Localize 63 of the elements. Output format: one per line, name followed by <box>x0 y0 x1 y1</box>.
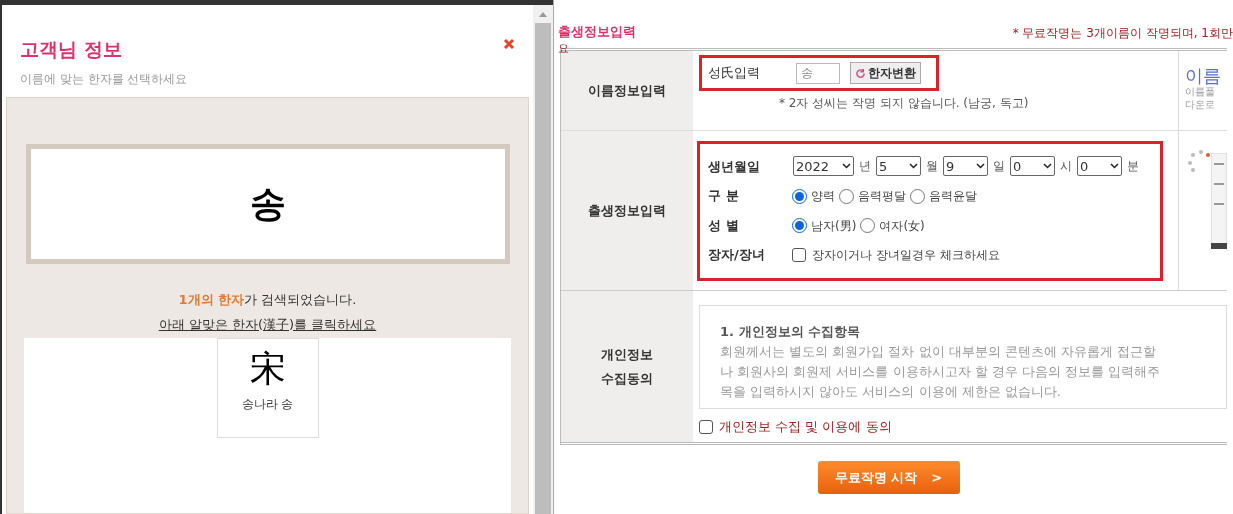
side-panel-title: 이름 <box>1185 67 1222 85</box>
date-select[interactable]: 2022 <box>793 156 854 177</box>
surname-field[interactable]: 송 <box>796 62 840 84</box>
radio-label: 양력 <box>811 188 835 205</box>
radio-button[interactable] <box>910 188 925 204</box>
close-icon[interactable] <box>503 38 515 50</box>
hanja-meaning: 송나라 송 <box>241 396 294 413</box>
date-unit: 일 <box>993 158 1005 176</box>
hanja-character: 宋 <box>249 351 286 387</box>
date-unit: 년 <box>859 158 871 176</box>
privacy-text: 목을 입력하시지 않아도 서비스의 이용에 제한은 없습니다. <box>720 382 1062 401</box>
document-thumbnail-icon <box>1211 153 1227 249</box>
radio-button[interactable] <box>792 188 807 204</box>
radio-button[interactable] <box>792 218 807 233</box>
result-text: 1개의 한자가 검색되었습니다. <box>178 291 357 309</box>
field-label: 장자/장녀 <box>708 246 766 265</box>
row-label: 출생정보입력 <box>561 131 693 290</box>
notice-text: * 무료작명는 3개이름이 작명되며, 1회만 <box>1012 25 1233 42</box>
radio-label: 남자(男) <box>811 217 857 235</box>
date-unit: 분 <box>1127 158 1139 176</box>
popup-subtitle: 이름에 맞는 한자를 선택하세요 <box>20 70 188 88</box>
hanja-convert-button[interactable]: 한자변환 <box>850 62 921 84</box>
date-select[interactable]: 0 <box>1010 156 1055 177</box>
privacy-heading: 1. 개인정보의 수집항목 <box>720 323 862 341</box>
date-select[interactable]: 0 <box>1077 156 1122 177</box>
date-select[interactable]: 5 <box>876 156 921 177</box>
side-panel-text: 다운로 <box>1185 98 1216 111</box>
side-panel-text: 이름풀 <box>1185 85 1216 98</box>
privacy-text: 나 회원사의 회원제 서비스를 이용하시고자 할 경우 다음의 정보를 입력해주 <box>720 362 1162 381</box>
popup-title: 고객님 정보 <box>20 37 123 62</box>
checkbox-label: 장자이거나 장녀일경우 체크하세요 <box>812 247 1000 264</box>
consent-label: 개인정보 수집 및 이용에 동의 <box>719 418 892 436</box>
date-select[interactable]: 9 <box>943 156 988 177</box>
field-label: 성氏입력 <box>708 64 761 83</box>
stray-text: 요 <box>558 43 569 54</box>
chevron-down-icon <box>976 163 985 170</box>
radio-label: 여자(女) <box>879 217 925 235</box>
radio-label: 음력평달 <box>858 188 906 205</box>
radio-button[interactable] <box>860 218 876 233</box>
surname-note: * 2자 성씨는 작명 되지 않습니다. (남궁, 독고) <box>779 95 1030 112</box>
scroll-up-icon[interactable] <box>538 10 548 18</box>
refresh-icon <box>855 67 866 79</box>
field-label: 성 별 <box>708 216 740 235</box>
field-label: 생년월일 <box>708 157 761 176</box>
form-heading: 출생정보입력 <box>558 23 636 41</box>
privacy-text: 회원께서는 별도의 회원가입 절차 없이 대부분의 콘텐츠에 자유롭게 접근할 <box>720 342 1158 361</box>
chevron-down-icon <box>1043 163 1052 170</box>
date-unit: 시 <box>1060 158 1072 176</box>
scrollbar[interactable] <box>533 5 553 514</box>
hanja-card[interactable]: 宋 송나라 송 <box>216 338 319 438</box>
chevron-down-icon <box>909 163 918 170</box>
checkbox[interactable] <box>699 419 713 434</box>
radio-label: 음력윤달 <box>929 188 977 205</box>
checkbox[interactable] <box>792 248 806 262</box>
loading-spinner-icon <box>1187 149 1211 173</box>
row-label: 개인정보 수집동의 <box>561 291 693 442</box>
radio-button[interactable] <box>839 188 854 204</box>
chevron-down-icon <box>842 163 851 170</box>
chevron-down-icon <box>1110 163 1119 170</box>
date-unit: 월 <box>926 158 938 176</box>
searched-name-box: 송 <box>25 144 510 264</box>
field-label: 구 분 <box>708 187 740 206</box>
instruction-text: 아래 알맞은 한자(漢子)를 클릭하세요 <box>158 315 377 334</box>
